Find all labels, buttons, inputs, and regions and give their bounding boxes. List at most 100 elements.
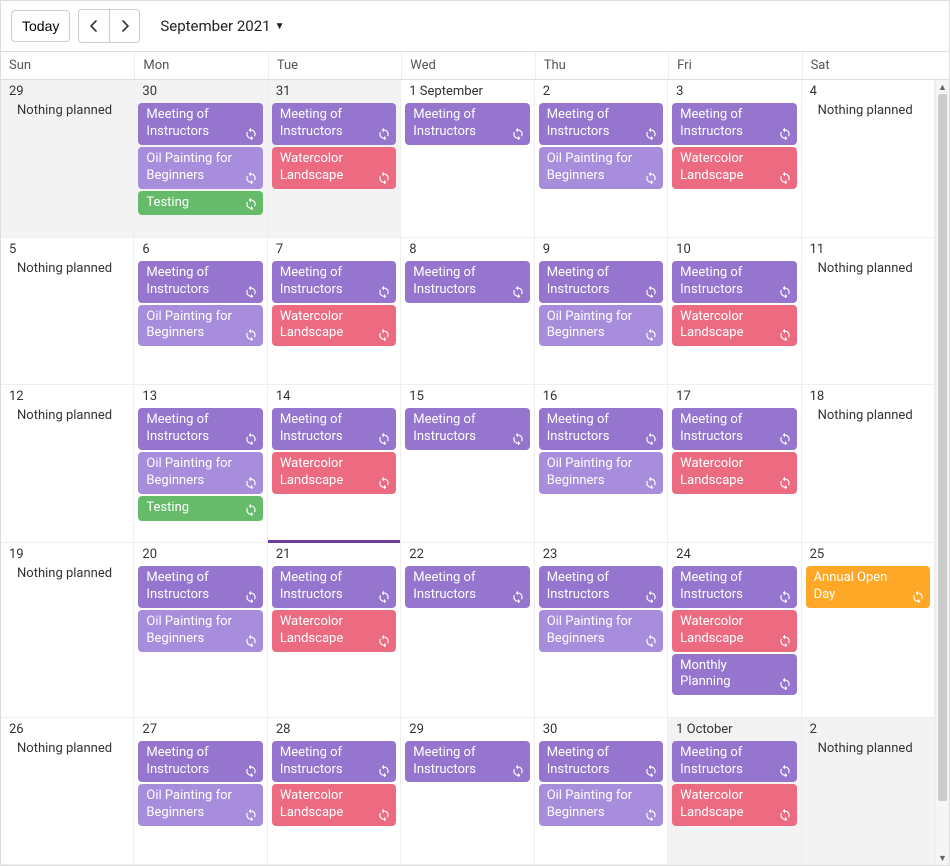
event-meeting[interactable]: Meeting of Instructors — [138, 566, 262, 608]
day-cell[interactable]: 23Meeting of InstructorsOil Painting for… — [535, 543, 668, 718]
recurring-icon — [644, 763, 658, 777]
event-meeting[interactable]: Meeting of Instructors — [672, 103, 796, 145]
event-water[interactable]: Watercolor Landscape — [272, 147, 396, 189]
day-cell[interactable]: 13Meeting of InstructorsOil Painting for… — [134, 385, 267, 543]
event-planning[interactable]: Monthly Planning — [672, 654, 796, 696]
day-cell[interactable]: 28Meeting of InstructorsWatercolor Lands… — [268, 718, 401, 865]
day-cell[interactable]: 1 SeptemberMeeting of Instructors — [401, 80, 534, 238]
event-oil[interactable]: Oil Painting for Beginners — [138, 305, 262, 347]
day-cell[interactable]: 2Meeting of InstructorsOil Painting for … — [535, 80, 668, 238]
event-meeting[interactable]: Meeting of Instructors — [405, 103, 529, 145]
event-oil[interactable]: Oil Painting for Beginners — [539, 610, 663, 652]
event-label: Watercolor Landscape — [680, 309, 743, 341]
day-cell[interactable]: 15Meeting of Instructors — [401, 385, 534, 543]
today-button[interactable]: Today — [11, 10, 70, 42]
event-water[interactable]: Watercolor Landscape — [272, 305, 396, 347]
scrollbar[interactable]: ▲ ▼ — [935, 80, 949, 865]
recurring-icon — [244, 633, 258, 647]
day-cell[interactable]: 31Meeting of InstructorsWatercolor Lands… — [268, 80, 401, 238]
event-meeting[interactable]: Meeting of Instructors — [138, 741, 262, 783]
day-cell[interactable]: 30Meeting of InstructorsOil Painting for… — [535, 718, 668, 865]
event-testing[interactable]: Testing — [138, 191, 262, 216]
event-meeting[interactable]: Meeting of Instructors — [539, 408, 663, 450]
day-cell[interactable]: 18Nothing planned — [802, 385, 935, 543]
month-picker[interactable]: September 2021 ▼ — [160, 17, 284, 35]
event-water[interactable]: Watercolor Landscape — [272, 610, 396, 652]
day-cell[interactable]: 6Meeting of InstructorsOil Painting for … — [134, 238, 267, 385]
event-meeting[interactable]: Meeting of Instructors — [405, 566, 529, 608]
event-meeting[interactable]: Meeting of Instructors — [672, 408, 796, 450]
day-cell[interactable]: 10Meeting of InstructorsWatercolor Lands… — [668, 238, 801, 385]
event-meeting[interactable]: Meeting of Instructors — [539, 261, 663, 303]
day-cell[interactable]: 26Nothing planned — [1, 718, 134, 865]
event-water[interactable]: Watercolor Landscape — [272, 784, 396, 826]
day-cell[interactable]: 12Nothing planned — [1, 385, 134, 543]
next-button[interactable] — [109, 10, 139, 42]
event-water[interactable]: Watercolor Landscape — [672, 147, 796, 189]
event-meeting[interactable]: Meeting of Instructors — [272, 741, 396, 783]
day-cell[interactable]: 3Meeting of InstructorsWatercolor Landsc… — [668, 80, 801, 238]
event-meeting[interactable]: Meeting of Instructors — [272, 408, 396, 450]
event-label: Annual Open Day — [814, 570, 888, 602]
day-cell[interactable]: 22Meeting of Instructors — [401, 543, 534, 718]
event-meeting[interactable]: Meeting of Instructors — [272, 103, 396, 145]
day-cell[interactable]: 29Meeting of Instructors — [401, 718, 534, 865]
event-meeting[interactable]: Meeting of Instructors — [272, 261, 396, 303]
event-oil[interactable]: Oil Painting for Beginners — [539, 305, 663, 347]
day-cell[interactable]: 14Meeting of InstructorsWatercolor Lands… — [268, 385, 401, 543]
event-openday[interactable]: Annual Open Day — [806, 566, 930, 608]
event-oil[interactable]: Oil Painting for Beginners — [539, 784, 663, 826]
event-meeting[interactable]: Meeting of Instructors — [539, 741, 663, 783]
scroll-down-button[interactable]: ▼ — [936, 851, 949, 865]
event-oil[interactable]: Oil Painting for Beginners — [138, 147, 262, 189]
event-meeting[interactable]: Meeting of Instructors — [405, 408, 529, 450]
event-label: Oil Painting for Beginners — [547, 614, 633, 646]
day-cell[interactable]: 8Meeting of Instructors — [401, 238, 534, 385]
day-cell[interactable]: 5Nothing planned — [1, 238, 134, 385]
event-meeting[interactable]: Meeting of Instructors — [672, 566, 796, 608]
scroll-up-button[interactable]: ▲ — [936, 80, 949, 94]
day-cell[interactable]: 25Annual Open Day — [802, 543, 935, 718]
event-oil[interactable]: Oil Painting for Beginners — [539, 452, 663, 494]
scroll-thumb[interactable] — [938, 94, 947, 801]
event-meeting[interactable]: Meeting of Instructors — [672, 261, 796, 303]
event-meeting[interactable]: Meeting of Instructors — [138, 261, 262, 303]
day-cell[interactable]: 24Meeting of InstructorsWatercolor Lands… — [668, 543, 801, 718]
day-cell[interactable]: 1 OctoberMeeting of InstructorsWatercolo… — [668, 718, 801, 865]
event-oil[interactable]: Oil Painting for Beginners — [138, 610, 262, 652]
day-cell[interactable]: 20Meeting of InstructorsOil Painting for… — [134, 543, 267, 718]
event-water[interactable]: Watercolor Landscape — [672, 305, 796, 347]
day-cell[interactable]: 2Nothing planned — [802, 718, 935, 865]
day-cell[interactable]: 9Meeting of InstructorsOil Painting for … — [535, 238, 668, 385]
event-meeting[interactable]: Meeting of Instructors — [138, 103, 262, 145]
event-oil[interactable]: Oil Painting for Beginners — [539, 147, 663, 189]
event-water[interactable]: Watercolor Landscape — [672, 452, 796, 494]
event-meeting[interactable]: Meeting of Instructors — [405, 741, 529, 783]
prev-button[interactable] — [79, 10, 109, 42]
event-meeting[interactable]: Meeting of Instructors — [138, 408, 262, 450]
day-cell[interactable]: 21Meeting of InstructorsWatercolor Lands… — [268, 543, 401, 718]
event-meeting[interactable]: Meeting of Instructors — [405, 261, 529, 303]
day-cell[interactable]: 29Nothing planned — [1, 80, 134, 238]
event-meeting[interactable]: Meeting of Instructors — [539, 566, 663, 608]
event-label: Oil Painting for Beginners — [547, 309, 633, 341]
recurring-icon — [377, 327, 391, 341]
event-oil[interactable]: Oil Painting for Beginners — [138, 452, 262, 494]
day-cell[interactable]: 17Meeting of InstructorsWatercolor Lands… — [668, 385, 801, 543]
event-water[interactable]: Watercolor Landscape — [272, 452, 396, 494]
event-meeting[interactable]: Meeting of Instructors — [672, 741, 796, 783]
event-water[interactable]: Watercolor Landscape — [672, 784, 796, 826]
day-cell[interactable]: 30Meeting of InstructorsOil Painting for… — [134, 80, 267, 238]
day-cell[interactable]: 16Meeting of InstructorsOil Painting for… — [535, 385, 668, 543]
event-water[interactable]: Watercolor Landscape — [672, 610, 796, 652]
event-meeting[interactable]: Meeting of Instructors — [272, 566, 396, 608]
day-cell[interactable]: 27Meeting of InstructorsOil Painting for… — [134, 718, 267, 865]
day-cell[interactable]: 11Nothing planned — [802, 238, 935, 385]
day-cell[interactable]: 19Nothing planned — [1, 543, 134, 718]
day-cell[interactable]: 7Meeting of InstructorsWatercolor Landsc… — [268, 238, 401, 385]
event-testing[interactable]: Testing — [138, 496, 262, 521]
day-cell[interactable]: 4Nothing planned — [802, 80, 935, 238]
event-meeting[interactable]: Meeting of Instructors — [539, 103, 663, 145]
event-oil[interactable]: Oil Painting for Beginners — [138, 784, 262, 826]
recurring-icon — [778, 170, 792, 184]
